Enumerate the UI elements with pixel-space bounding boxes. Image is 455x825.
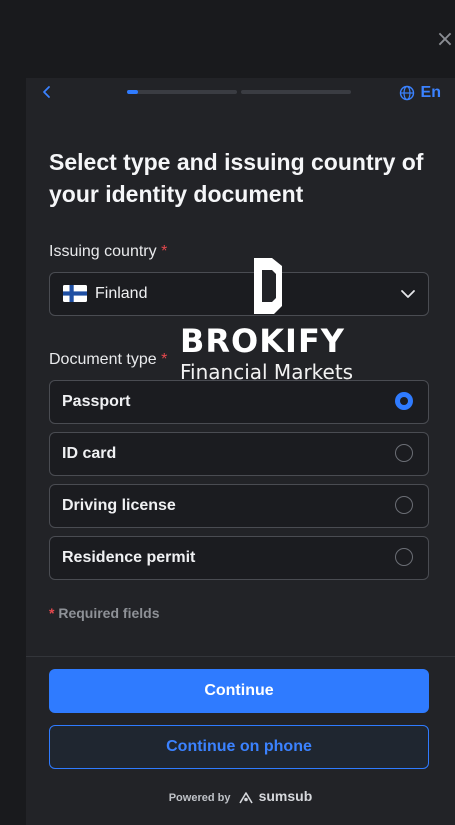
required-asterisk: * bbox=[161, 243, 168, 260]
sumsub-logo-icon bbox=[238, 792, 253, 804]
watermark-subtitle: Financial Markets bbox=[180, 360, 354, 384]
watermark-title: BROKIFY bbox=[180, 322, 345, 360]
language-selector[interactable]: En bbox=[399, 83, 441, 103]
language-label: En bbox=[420, 84, 441, 101]
option-label: Passport bbox=[62, 393, 131, 410]
powered-by-text: Powered by bbox=[168, 792, 231, 804]
option-label: Residence permit bbox=[62, 549, 196, 566]
radio-button[interactable] bbox=[395, 496, 413, 514]
continue-button[interactable]: Continue bbox=[49, 669, 429, 713]
option-label: ID card bbox=[62, 445, 117, 462]
radio-button[interactable] bbox=[395, 444, 413, 462]
back-chevron-icon[interactable] bbox=[40, 85, 54, 99]
document-option-driving-license[interactable]: Driving license bbox=[49, 484, 429, 528]
continue-on-phone-button[interactable]: Continue on phone bbox=[49, 725, 429, 769]
document-type-label: Document type * bbox=[49, 351, 167, 369]
progress-step-2 bbox=[241, 90, 351, 94]
option-label: Driving license bbox=[62, 497, 176, 514]
required-fields-note: * Required fields bbox=[49, 605, 159, 621]
required-fields-text: Required fields bbox=[58, 605, 160, 621]
required-asterisk: * bbox=[161, 351, 168, 368]
document-type-label-text: Document type bbox=[49, 351, 157, 368]
document-option-residence-permit[interactable]: Residence permit bbox=[49, 536, 429, 580]
brokify-logo-icon bbox=[254, 258, 282, 314]
progress-step-1 bbox=[127, 90, 237, 94]
radio-button[interactable] bbox=[395, 392, 413, 410]
radio-button[interactable] bbox=[395, 548, 413, 566]
divider bbox=[26, 656, 455, 657]
close-icon[interactable]: × bbox=[435, 29, 455, 51]
sumsub-brand-text: sumsub bbox=[258, 788, 313, 804]
document-option-passport[interactable]: Passport bbox=[49, 380, 429, 424]
powered-by-footer: Powered by sumsub bbox=[26, 788, 455, 805]
issuing-country-label-text: Issuing country bbox=[49, 243, 157, 260]
top-bar: En bbox=[26, 78, 455, 106]
issuing-country-label: Issuing country * bbox=[49, 243, 167, 261]
progress-step-1-fill bbox=[127, 90, 138, 94]
page-title: Select type and issuing country of your … bbox=[49, 149, 424, 207]
issuing-country-value: Finland bbox=[95, 285, 148, 302]
chevron-down-icon bbox=[401, 290, 415, 298]
required-asterisk: * bbox=[49, 605, 55, 621]
brokify-watermark: BROKIFY Financial Markets bbox=[180, 256, 380, 386]
globe-icon bbox=[399, 85, 414, 101]
document-option-id-card[interactable]: ID card bbox=[49, 432, 429, 476]
verification-modal: En Select type and issuing country of yo… bbox=[26, 78, 455, 825]
finland-flag-icon bbox=[63, 285, 87, 302]
